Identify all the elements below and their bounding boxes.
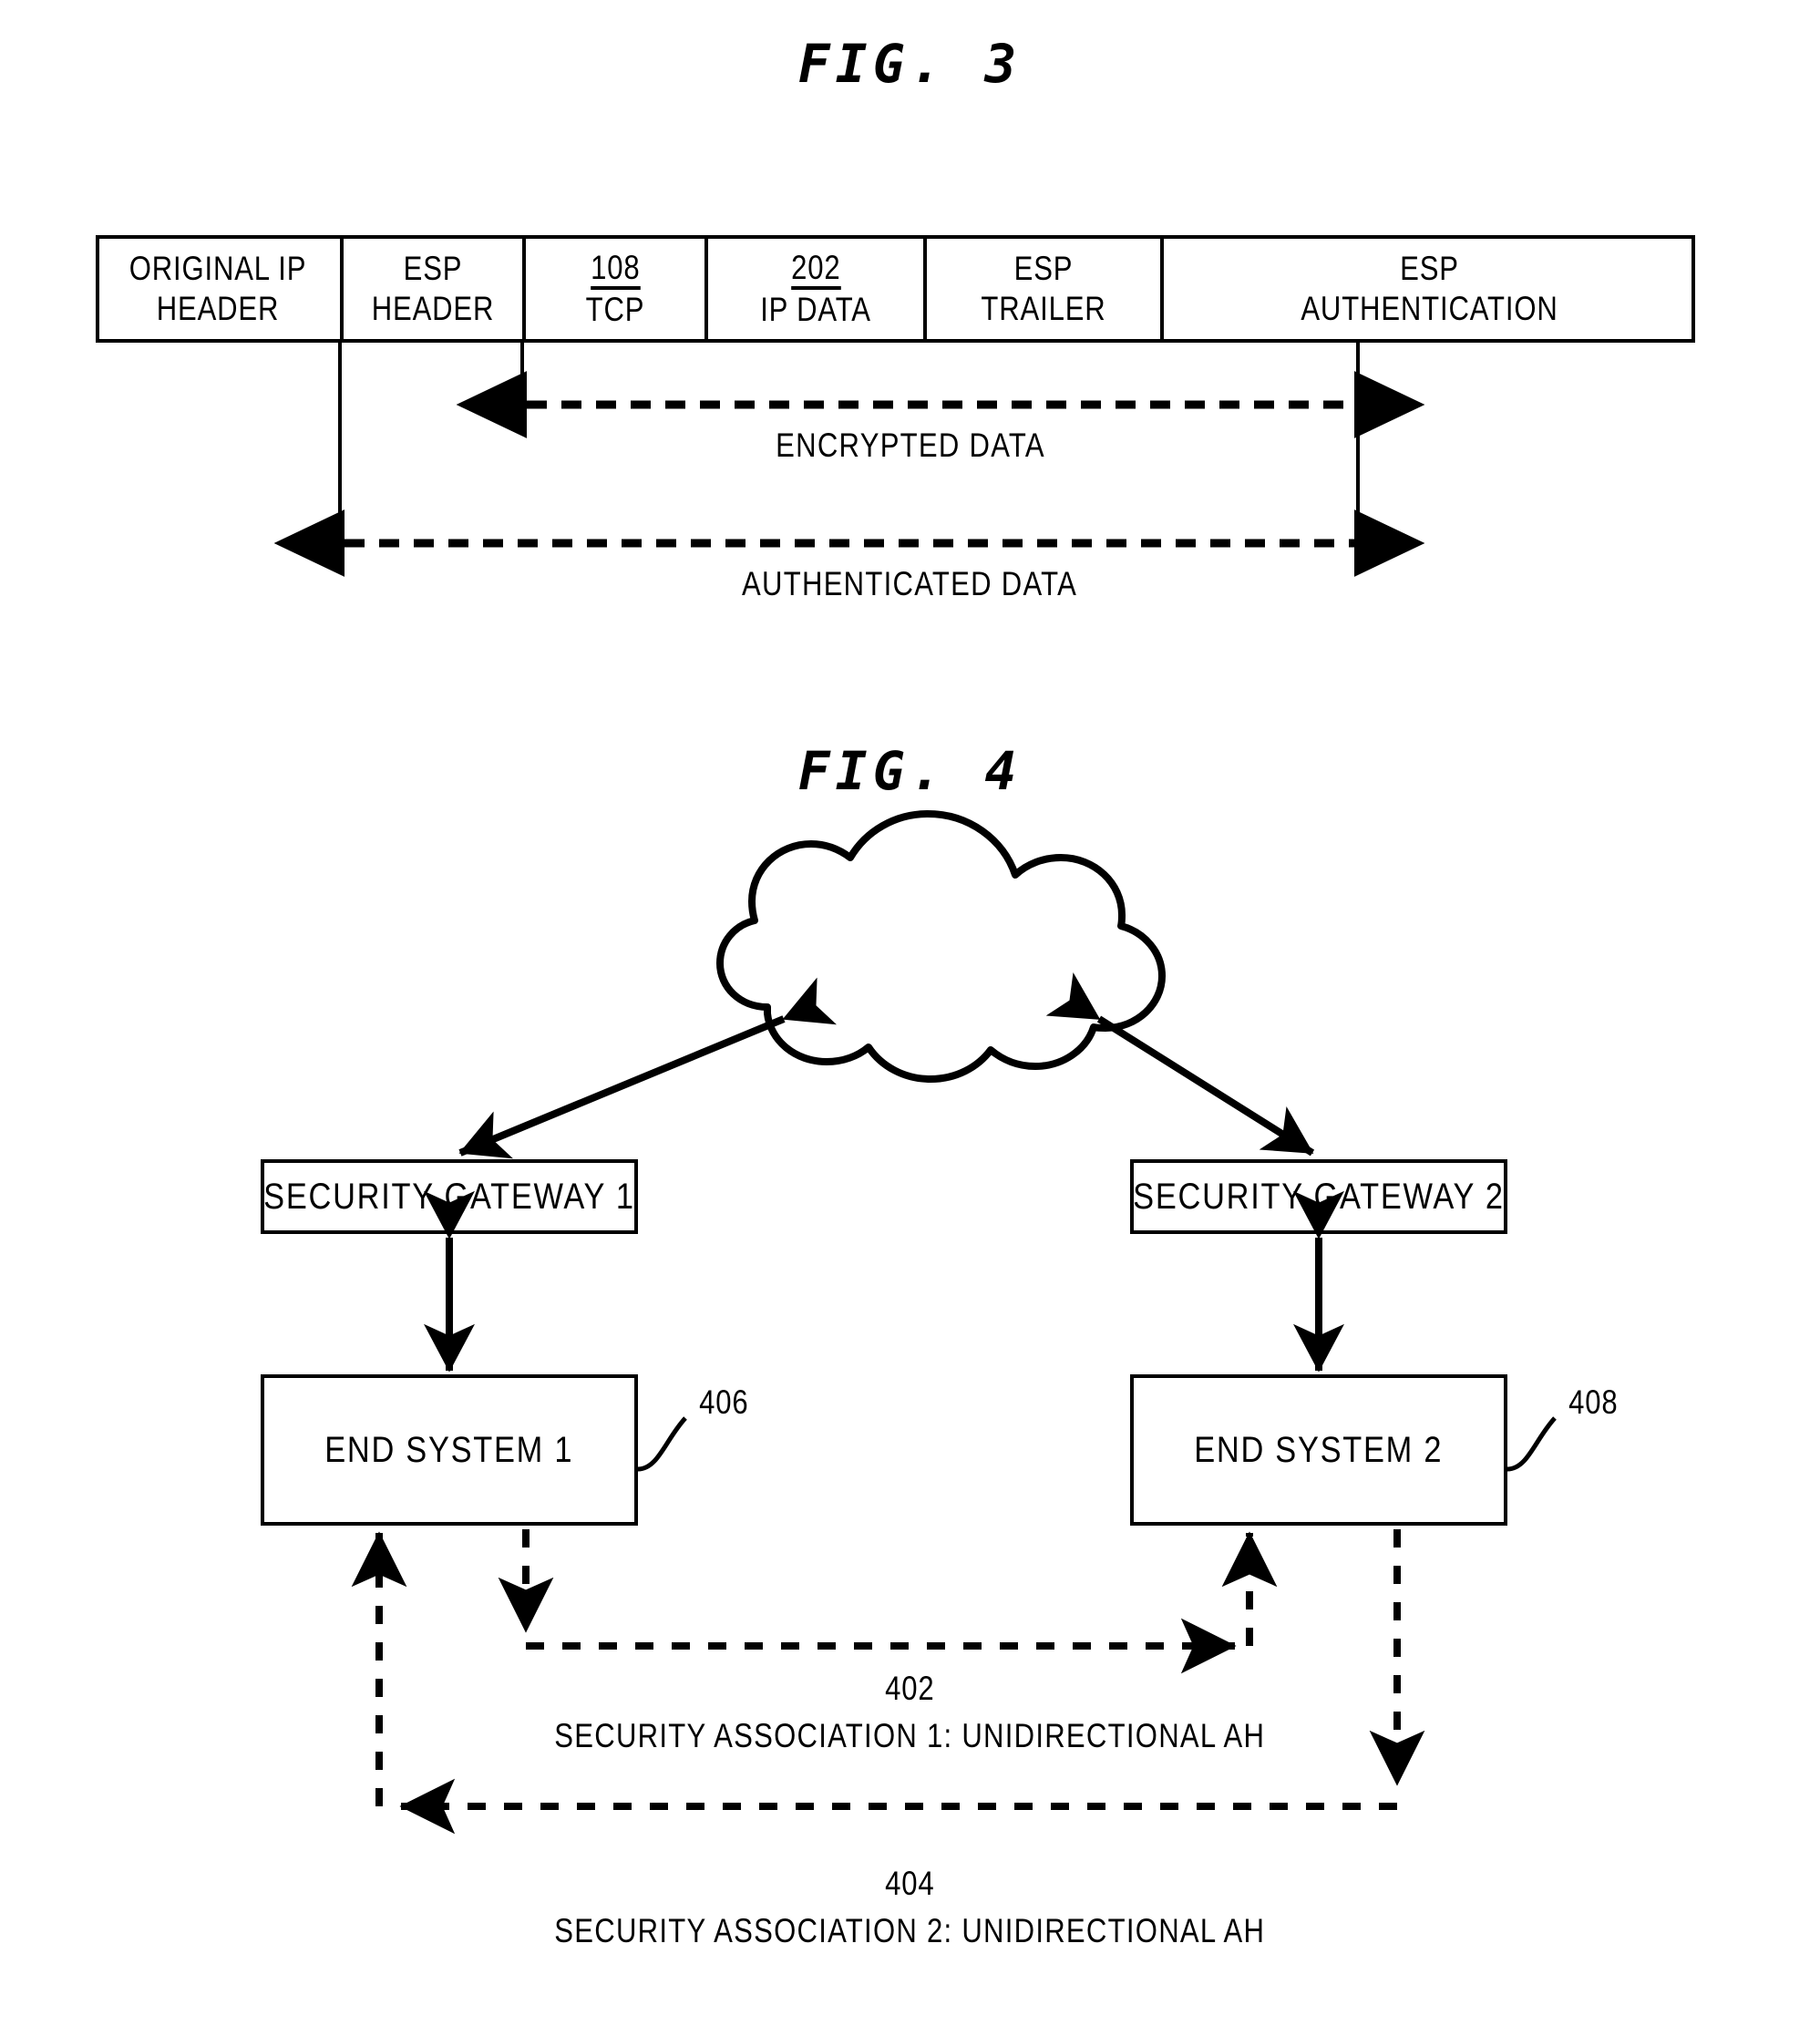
encrypted-span-bracket	[456, 343, 1425, 438]
authenticated-span-bracket	[273, 343, 1425, 577]
link-cloud-gateway2	[1045, 972, 1315, 1157]
drawing-vector-layer	[273, 343, 1557, 1835]
security-association-1-path	[498, 1529, 1278, 1674]
security-association-2-path	[351, 1529, 1425, 1835]
internet-cloud-icon	[716, 810, 1166, 1083]
leadline-406	[637, 1416, 687, 1472]
leadline-408	[1506, 1416, 1557, 1472]
patent-drawing-sheet: FIG. 3 ORIGINAL IP HEADER ESP HEADER 108…	[0, 0, 1820, 2036]
link-cloud-gateway1	[458, 977, 838, 1159]
